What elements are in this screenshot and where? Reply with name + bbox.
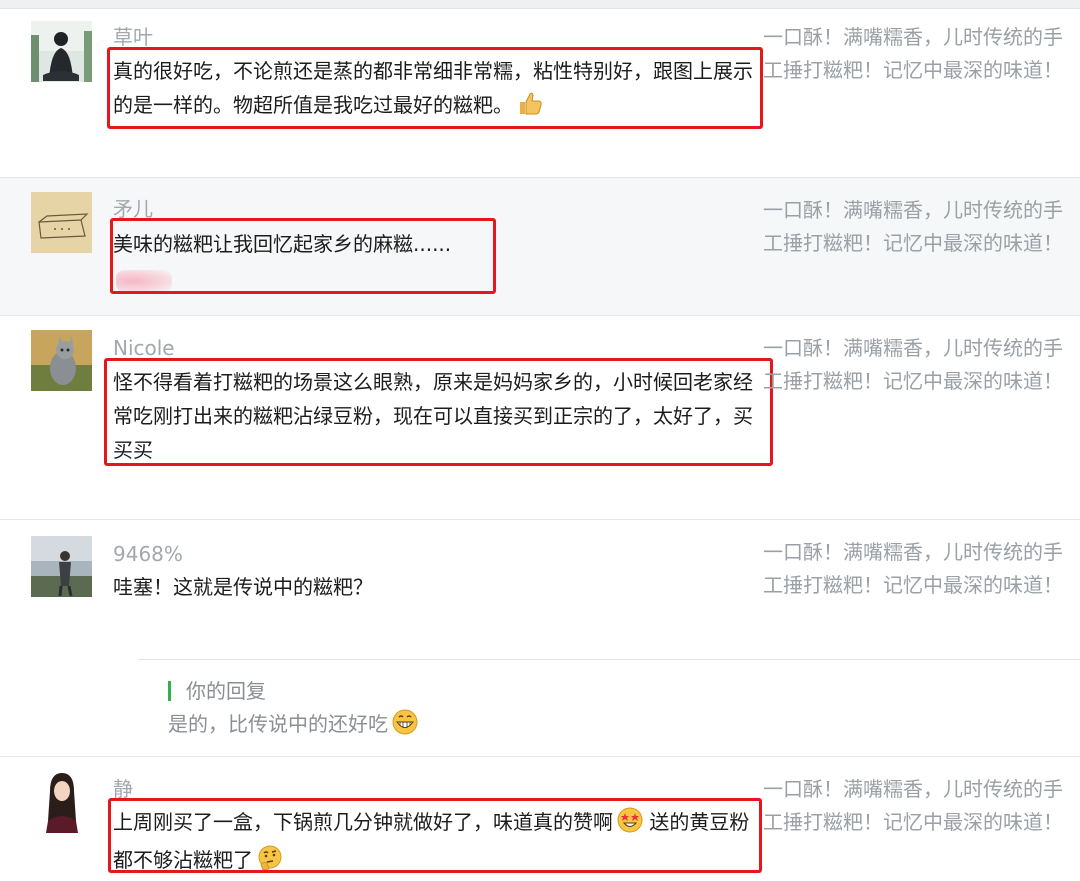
highlight-box [107,47,763,129]
reply-text: 是的，比传说中的还好吃 [168,709,418,743]
avatar[interactable] [31,192,92,253]
nickname[interactable]: 9468% [113,542,183,566]
reply-label: 你的回复 [186,679,266,703]
comment-item: 静 上周刚买了一盒，下锅煎几分钟就做好了，味道真的赞啊 送的黄豆粉都不够沾糍粑了… [0,756,1080,874]
nickname[interactable]: 草叶 [113,25,153,49]
highlight-box [110,218,496,294]
comment-item: 矛儿 美味的糍粑让我回忆起家乡的麻糍...... 一口酥！满嘴糯香，儿时传统的手… [0,177,1080,316]
avatar[interactable] [31,21,92,82]
avatar[interactable] [44,771,80,833]
article-title[interactable]: 一口酥！满嘴糯香，儿时传统的手工捶打糍粑！记忆中最深的味道！ [763,536,1069,602]
highlight-box [108,798,762,873]
nickname[interactable]: Nicole [113,336,175,360]
top-divider [0,0,1080,9]
reply-accent-bar [168,681,171,701]
article-title[interactable]: 一口酥！满嘴糯香，儿时传统的手工捶打糍粑！记忆中最深的味道！ [763,332,1069,398]
article-title[interactable]: 一口酥！满嘴糯香，儿时传统的手工捶打糍粑！记忆中最深的味道！ [763,21,1069,87]
article-title[interactable]: 一口酥！满嘴糯香，儿时传统的手工捶打糍粑！记忆中最深的味道！ [763,773,1069,839]
comment-item: Nicole 怪不得看着打糍粑的场景这么眼熟，原来是妈妈家乡的，小时候回老家经常… [0,315,1080,520]
grinning-face-icon [392,709,418,743]
article-title[interactable]: 一口酥！满嘴糯香，儿时传统的手工捶打糍粑！记忆中最深的味道！ [763,194,1069,260]
comment-text: 哇塞！这就是传说中的糍粑？ [113,575,373,599]
comment-item: 9468% 哇塞！这就是传说中的糍粑？ 一口酥！满嘴糯香，儿时传统的手工捶打糍粑… [0,519,1080,757]
avatar[interactable] [31,330,92,391]
avatar[interactable] [31,536,92,597]
highlight-box [104,358,773,466]
comment-item: 草叶 真的很好吃，不论煎还是蒸的都非常细非常糯，粘性特别好，跟图上展示的是一样的… [0,9,1080,177]
